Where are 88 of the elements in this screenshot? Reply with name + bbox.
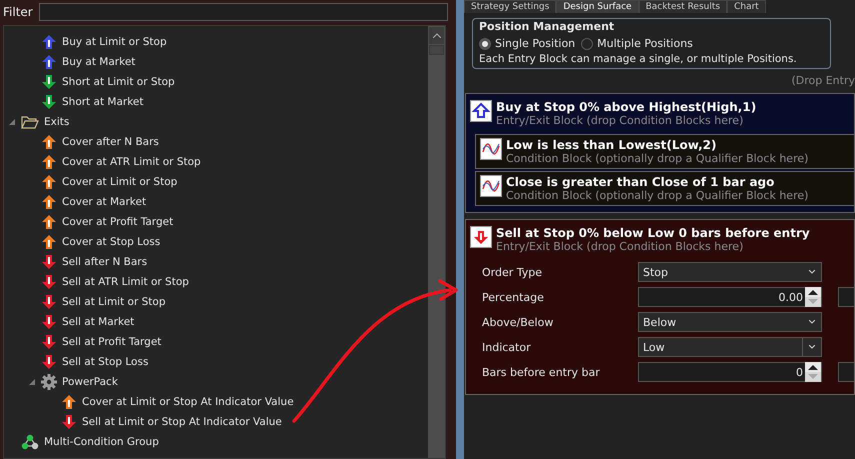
tree-item[interactable]: Exits xyxy=(4,112,428,132)
block-subtitle: Entry/Exit Block (drop Condition Blocks here) xyxy=(496,240,744,253)
tree-item[interactable]: Cover after N Bars xyxy=(4,132,428,152)
wave-chart-icon xyxy=(480,175,502,197)
up-arrow-icon xyxy=(41,154,57,170)
condition-block[interactable]: Low is less than Lowest(Low,2) Condition Block (optionally drop a Qualifier Block here) xyxy=(475,134,854,169)
tree-item[interactable]: Sell after N Bars xyxy=(4,252,428,272)
tree-item[interactable]: Sell at Market xyxy=(4,312,428,332)
dropdown[interactable]: Low xyxy=(638,337,822,357)
up-arrow-icon xyxy=(41,134,57,150)
up-arrow-icon xyxy=(41,34,57,50)
up-arrow-icon xyxy=(61,394,77,410)
spinner-arrows-icon xyxy=(805,362,821,382)
tree-item[interactable]: Short at Market xyxy=(4,92,428,112)
down-arrow-icon xyxy=(41,334,57,350)
up-arrow-icon xyxy=(41,234,57,250)
scrollbar-thumb[interactable] xyxy=(429,45,444,55)
tree-item[interactable]: Multi-Condition Group xyxy=(4,432,428,452)
down-arrow-icon xyxy=(41,274,57,290)
dropdown[interactable]: Stop xyxy=(638,262,822,282)
param-label: Above/Below xyxy=(482,316,554,328)
tab[interactable]: Backtest Results xyxy=(638,0,728,13)
tree-item[interactable]: Cover at Limit or Stop At Indicator Value xyxy=(4,392,428,412)
filter-field[interactable] xyxy=(38,3,448,21)
param-label: Order Type xyxy=(482,266,544,278)
tree-item[interactable]: Cover at Market xyxy=(4,192,428,212)
tree-item[interactable]: Sell at ATR Limit or Stop xyxy=(4,272,428,292)
param-label: Indicator xyxy=(482,340,532,354)
block-subtitle: Condition Block (optionally drop a Qualifier Block here) xyxy=(506,189,808,202)
block-title: Close is greater than Close of 1 bar ago xyxy=(506,175,776,189)
tree-item[interactable]: Sell at Limit or Stop At Indicator Value xyxy=(4,412,428,432)
down-arrow-icon xyxy=(41,254,57,270)
up-arrow-icon xyxy=(41,194,57,210)
number-field[interactable]: 0 xyxy=(638,362,822,382)
input-field[interactable] xyxy=(838,287,854,307)
down-arrow-icon xyxy=(41,314,57,330)
group-title: Position Management xyxy=(479,20,616,33)
dropdown[interactable]: Below xyxy=(638,312,822,332)
down-arrow-icon xyxy=(41,354,57,370)
tree-item[interactable]: Buy at Market xyxy=(4,52,428,72)
scroll-up-button[interactable] xyxy=(429,27,444,44)
down-arrow-icon xyxy=(41,294,57,310)
tree-item[interactable]: Buy at Limit or Stop xyxy=(4,32,428,52)
down-arrow-icon xyxy=(41,94,57,110)
folder-icon xyxy=(21,115,39,129)
group-note: Each Entry Block can manage a single, or multiple Positions. xyxy=(479,53,798,65)
tree-item[interactable]: Sell at Limit or Stop xyxy=(4,292,428,312)
spinner-arrows-icon xyxy=(805,287,821,307)
caret-icon xyxy=(809,320,815,324)
condition-block[interactable]: Close is greater than Close of 1 bar ago Condition Block (optionally drop a Qualifier Block here) xyxy=(475,171,854,206)
tree-item[interactable]: Short at Limit or Stop xyxy=(4,72,428,92)
wave-chart-icon xyxy=(480,138,502,160)
param-label: Bars before entry bar xyxy=(482,366,601,378)
input-field[interactable] xyxy=(838,362,854,382)
down-arrow-icon xyxy=(61,414,77,430)
entry-block[interactable] xyxy=(465,93,855,213)
tree-item[interactable]: Sell at Profit Target xyxy=(4,332,428,352)
scrollbar[interactable] xyxy=(428,26,445,458)
tree-item[interactable]: Cover at Profit Target xyxy=(4,212,428,232)
block-title: Low is less than Lowest(Low,2) xyxy=(506,138,718,152)
radio-option[interactable]: Single Position xyxy=(479,37,576,50)
block-subtitle: Condition Block (optionally drop a Qualifier Block here) xyxy=(506,152,808,165)
tree-item[interactable]: Cover at ATR Limit or Stop xyxy=(4,152,428,172)
tab[interactable]: Strategy Settings xyxy=(464,0,556,13)
number-field[interactable]: 0.00 xyxy=(638,287,822,307)
tab[interactable]: Chart xyxy=(727,0,766,13)
settings-icon xyxy=(41,374,57,390)
up-arrow-icon xyxy=(41,214,57,230)
tree-item[interactable]: Cover at Limit or Stop xyxy=(4,172,428,192)
caret-icon xyxy=(809,345,815,349)
tab[interactable]: Design Surface xyxy=(556,0,639,13)
nodes-icon xyxy=(21,434,39,450)
block-title: Buy at Stop 0% above Highest(High,1) xyxy=(496,100,756,114)
tree-item[interactable]: Cover at Stop Loss xyxy=(4,232,428,252)
drop-hint: (Drop Entry xyxy=(791,74,855,87)
exit-block[interactable]: Sell at Stop 0% below Low 0 bars before entry Entry/Exit Block (drop Condition Blocks here) Order Type Stop Percentage 0.00 Above/Below Below Indicator Low Bars before entry bar 0 xyxy=(465,219,855,395)
up-arrow-icon xyxy=(41,174,57,190)
tree-item[interactable]: PowerPack xyxy=(4,372,428,392)
param-label: Percentage xyxy=(482,290,545,304)
caret-icon xyxy=(432,33,440,38)
down-arrow-icon xyxy=(41,74,57,90)
radio-option[interactable]: Multiple Positions xyxy=(581,37,693,50)
caret-icon xyxy=(809,270,815,274)
block-subtitle: Entry/Exit Block (drop Condition Blocks here) xyxy=(496,114,744,127)
filter-label: Filter xyxy=(3,5,33,19)
tree-item[interactable]: Sell at Stop Loss xyxy=(4,352,428,372)
block-title: Sell at Stop 0% below Low 0 bars before entry xyxy=(496,226,810,240)
up-arrow-icon xyxy=(41,54,57,70)
